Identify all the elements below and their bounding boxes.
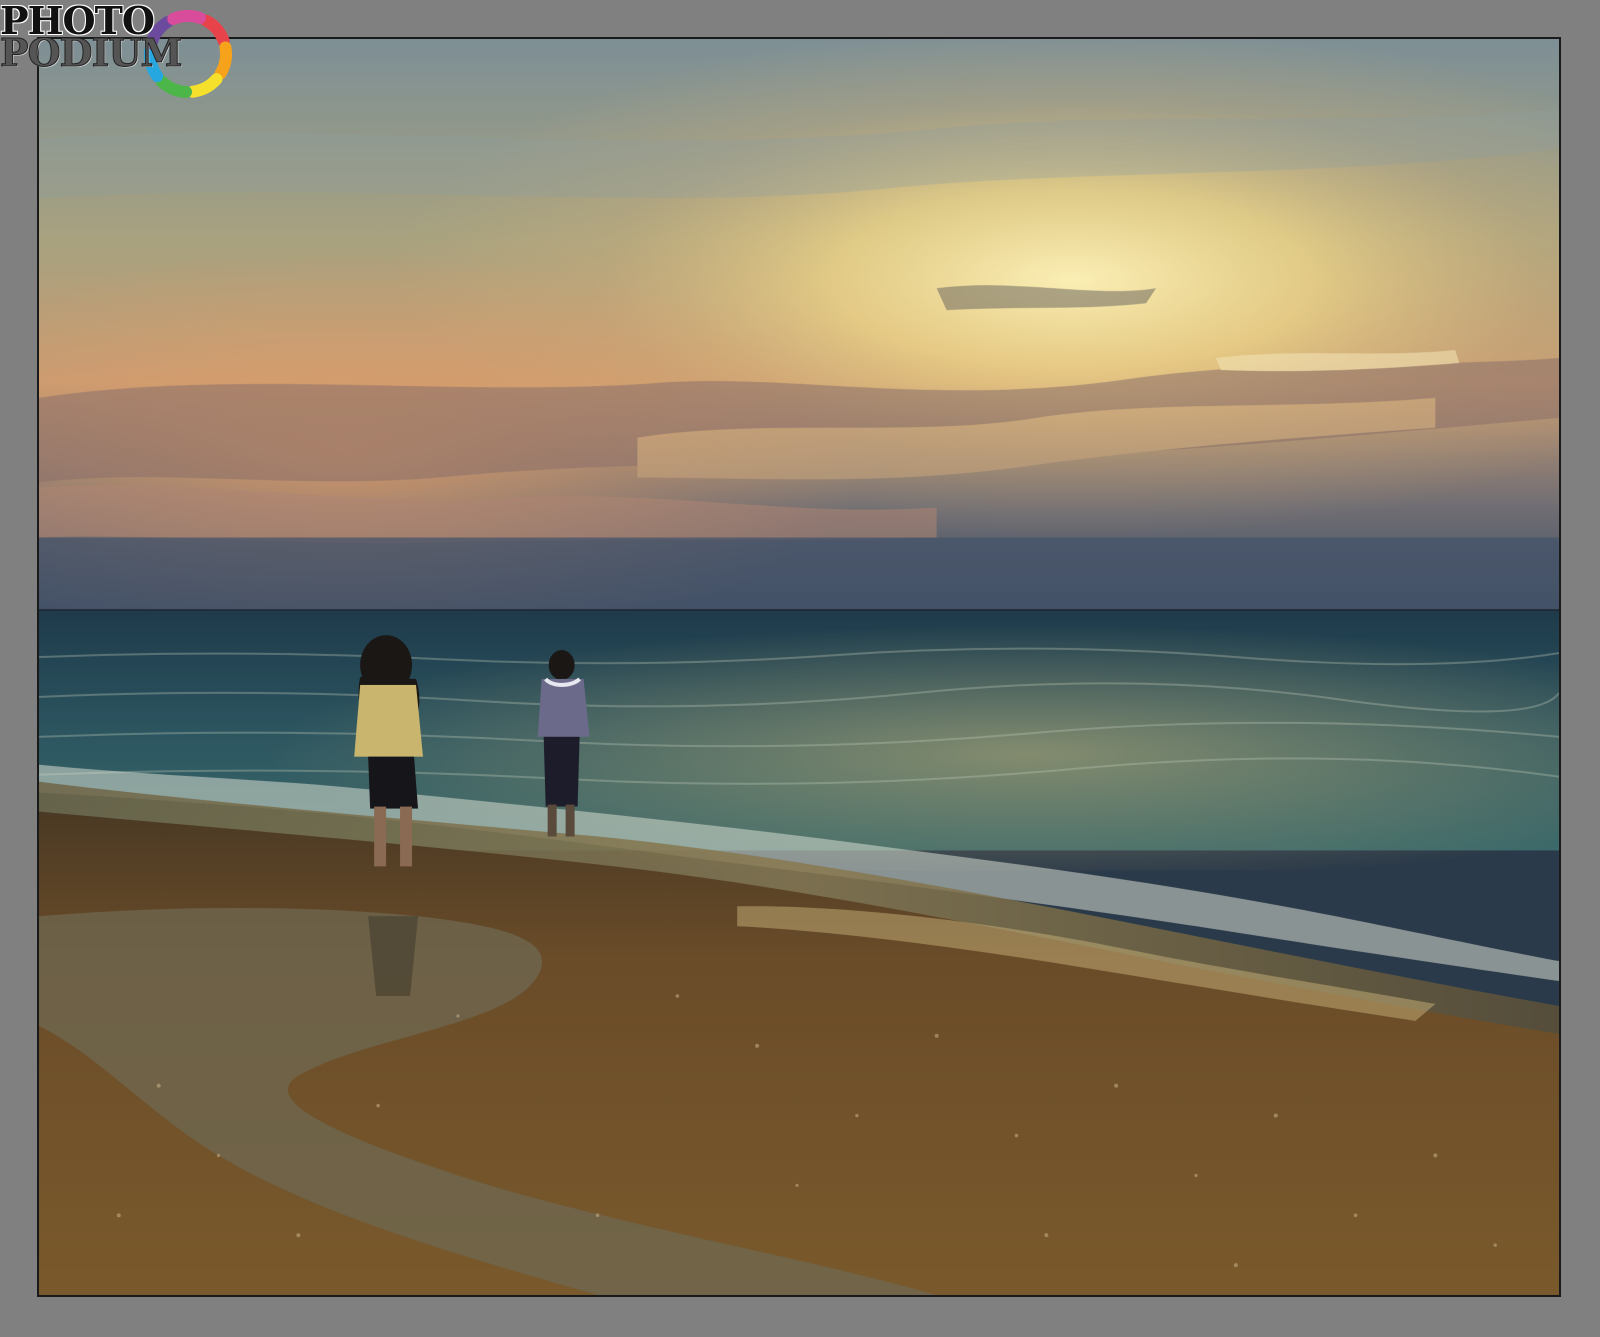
logo-ring-segment xyxy=(200,14,230,47)
beach-scene xyxy=(39,39,1559,1295)
logo-ring-segment xyxy=(214,41,232,80)
horizon-haze xyxy=(39,537,1559,613)
logo-text-podium: PODIUM xyxy=(0,30,183,75)
logo-ring-segment xyxy=(167,10,206,25)
logo-ring-segment xyxy=(186,73,223,98)
adult-reflection xyxy=(368,916,419,996)
photo-page: PHOTO PODIUM xyxy=(0,0,1600,1337)
beach-sunset-photo xyxy=(37,37,1561,1297)
logo-ring-segment xyxy=(155,75,193,98)
photopodium-logo: PHOTO PODIUM xyxy=(0,0,240,105)
